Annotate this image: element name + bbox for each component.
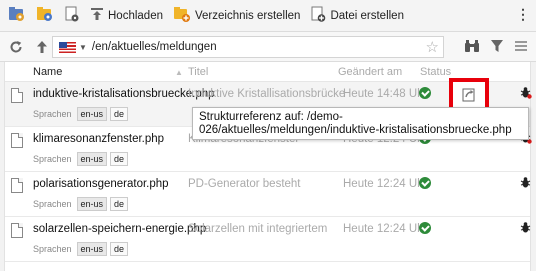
status-ok-icon — [419, 222, 431, 234]
upload-button[interactable]: Hochladen — [86, 4, 167, 28]
status-ok-icon — [419, 177, 431, 189]
languages-label: Sprachen — [33, 154, 72, 164]
new-folder-label: Verzeichnis erstellen — [194, 9, 301, 22]
bug-icon[interactable] — [519, 221, 532, 234]
chevron-down-icon[interactable]: ▼ — [79, 43, 87, 52]
lang-tag-de[interactable]: de — [110, 197, 129, 211]
filter-icon[interactable] — [490, 39, 504, 56]
structure-reference-icon — [461, 87, 477, 106]
gear-folder-icon — [8, 6, 26, 25]
file-name[interactable]: solarzellen-speichern-energie.php — [33, 223, 206, 235]
file-title: Solarzellen mit integriertem — [188, 223, 328, 235]
us-flag-icon[interactable] — [59, 41, 76, 53]
language-row: Sprachen en-us de — [33, 242, 131, 256]
file-gear-icon — [64, 6, 80, 25]
lang-tag-de[interactable]: de — [110, 107, 129, 121]
toolbar: Hochladen Verzeichnis erstellen Datei er… — [0, 0, 536, 32]
address-tools — [464, 39, 528, 56]
binoculars-icon[interactable] — [464, 39, 480, 56]
languages-label: Sprachen — [33, 199, 72, 209]
more-menu-icon[interactable]: ⋮ — [516, 6, 530, 23]
column-changed[interactable]: Geändert am — [338, 66, 402, 78]
refresh-icon[interactable] — [6, 37, 26, 57]
table-row[interactable]: solarzellen-speichern-energie.php Solarz… — [5, 217, 532, 262]
up-arrow-icon[interactable] — [32, 37, 52, 57]
languages-label: Sprachen — [33, 244, 72, 254]
file-settings-button[interactable] — [60, 4, 84, 28]
bug-icon[interactable] — [519, 86, 532, 99]
new-file-icon — [310, 6, 326, 25]
folder-gear-icon — [36, 6, 54, 25]
language-row: Sprachen en-us de — [33, 152, 131, 166]
file-icon — [11, 88, 23, 103]
lang-tag-de[interactable]: de — [110, 242, 129, 256]
language-row: Sprachen en-us de — [33, 197, 131, 211]
new-folder-button[interactable]: Verzeichnis erstellen — [169, 4, 304, 28]
lang-tag-en-us[interactable]: en-us — [76, 107, 108, 121]
path-field[interactable]: ▼ /en/aktuelles/meldungen ☆ — [52, 36, 444, 58]
list-view-icon[interactable] — [514, 39, 528, 56]
upload-icon — [90, 7, 104, 24]
sort-asc-icon[interactable]: ▲ — [175, 68, 183, 77]
settings-alt-button[interactable] — [32, 4, 58, 28]
table-row[interactable]: polarisationsgenerator.php PD-Generator … — [5, 172, 532, 217]
tooltip: Strukturreferenz auf: /demo-026/aktuelle… — [192, 107, 529, 140]
lang-tag-en-us[interactable]: en-us — [76, 152, 108, 166]
file-changed: Heute 12:24 Uhr — [343, 223, 428, 235]
lang-tag-de[interactable]: de — [110, 152, 129, 166]
file-icon — [11, 178, 23, 193]
file-name[interactable]: klimaresonanzfenster.php — [33, 133, 164, 145]
file-name[interactable]: polarisationsgenerator.php — [33, 178, 169, 190]
file-title: PD-Generator besteht — [188, 178, 301, 190]
column-status[interactable]: Status — [420, 66, 451, 78]
settings-button[interactable] — [4, 4, 30, 28]
languages-label: Sprachen — [33, 109, 72, 119]
column-name[interactable]: Name — [33, 66, 62, 78]
status-ok-icon — [419, 87, 431, 99]
language-row: Sprachen en-us de — [33, 107, 131, 121]
lang-tag-en-us[interactable]: en-us — [76, 242, 108, 256]
upload-label: Hochladen — [108, 9, 163, 22]
file-icon — [11, 133, 23, 148]
lang-tag-en-us[interactable]: en-us — [76, 197, 108, 211]
file-icon — [11, 223, 23, 238]
file-changed: Heute 14:48 Uhr — [343, 88, 428, 100]
file-changed: Heute 12:24 Uhr — [343, 178, 428, 190]
column-title[interactable]: Titel — [188, 66, 208, 78]
bookmark-star-icon[interactable]: ☆ — [426, 38, 439, 56]
address-bar: ▼ /en/aktuelles/meldungen ☆ — [0, 32, 536, 62]
path-text: /en/aktuelles/meldungen — [91, 41, 217, 53]
new-file-button[interactable]: Datei erstellen — [306, 4, 408, 28]
file-title: Induktive Kristallisationsbrücke — [188, 88, 346, 100]
new-folder-icon — [173, 6, 191, 25]
new-file-label: Datei erstellen — [330, 9, 404, 22]
bug-icon[interactable] — [519, 176, 532, 189]
